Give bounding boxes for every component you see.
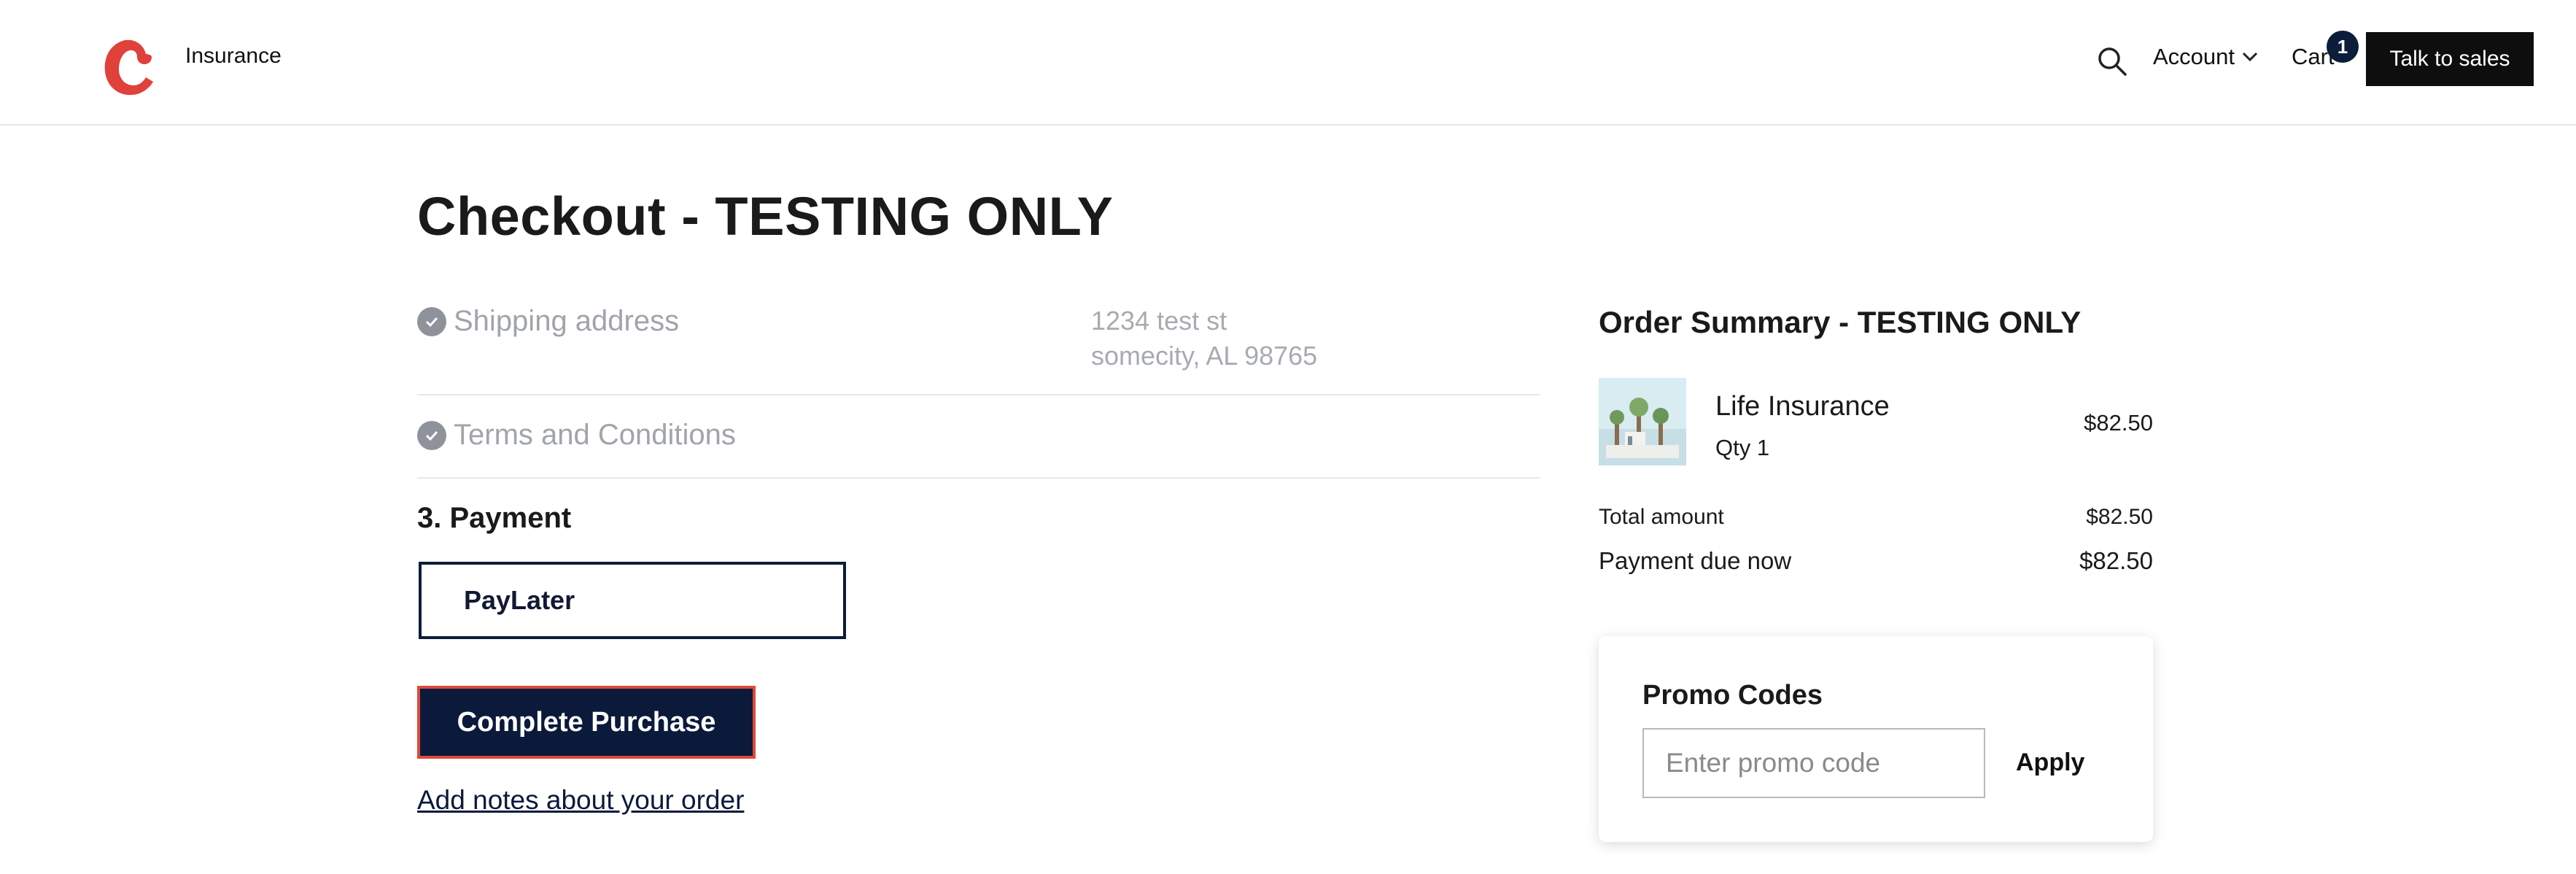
talk-to-sales-button[interactable]: Talk to sales (2366, 32, 2534, 86)
brand-name: Insurance (185, 44, 282, 68)
paylater-option[interactable]: PayLater (419, 562, 846, 639)
promo-codes-title: Promo Codes (1642, 680, 1823, 711)
payment-due-label: Payment due now (1599, 547, 1792, 574)
add-notes-link[interactable]: Add notes about your order (417, 785, 744, 816)
account-label: Account (2153, 44, 2235, 69)
page-title: Checkout - TESTING ONLY (417, 186, 1114, 247)
cart-count-badge: 1 (2327, 31, 2359, 63)
apply-promo-button[interactable]: Apply (2007, 743, 2093, 783)
payment-due-value: $82.50 (2079, 547, 2153, 574)
chevron-down-icon (2242, 52, 2258, 62)
product-name: Life Insurance (1715, 391, 1890, 422)
complete-purchase-button[interactable]: Complete Purchase (417, 686, 756, 759)
address-line-1: 1234 test st (1091, 306, 1227, 336)
address-line-2: somecity, AL 98765 (1091, 341, 1318, 371)
top-navigation: Insurance Account Cart 1 Talk to sales (0, 0, 2576, 125)
shipping-address-value: 1234 test st somecity, AL 98765 (1091, 303, 1317, 374)
shipping-address-step[interactable]: Shipping address (417, 305, 679, 338)
promo-codes-card: Promo Codes Apply (1599, 636, 2153, 842)
brand-logo-icon[interactable] (93, 29, 166, 102)
shipping-address-label: Shipping address (454, 305, 680, 337)
product-price: $82.50 (2084, 410, 2153, 436)
total-amount-value: $82.50 (2086, 505, 2153, 529)
product-thumbnail (1599, 378, 1686, 465)
search-icon (2098, 47, 2127, 76)
divider (417, 394, 1540, 395)
check-circle-icon (417, 420, 446, 450)
order-summary-title: Order Summary - TESTING ONLY (1599, 305, 2082, 339)
terms-step[interactable]: Terms and Conditions (417, 419, 736, 452)
total-amount-label: Total amount (1599, 505, 1724, 529)
divider (417, 477, 1540, 479)
promo-code-input[interactable] (1642, 728, 1985, 798)
terms-label: Terms and Conditions (454, 419, 736, 451)
search-button[interactable] (2095, 44, 2130, 79)
payment-step-title: 3. Payment (417, 502, 572, 534)
product-quantity: Qty 1 (1715, 435, 1770, 460)
check-circle-icon (417, 306, 446, 336)
account-menu[interactable]: Account (2153, 44, 2258, 70)
